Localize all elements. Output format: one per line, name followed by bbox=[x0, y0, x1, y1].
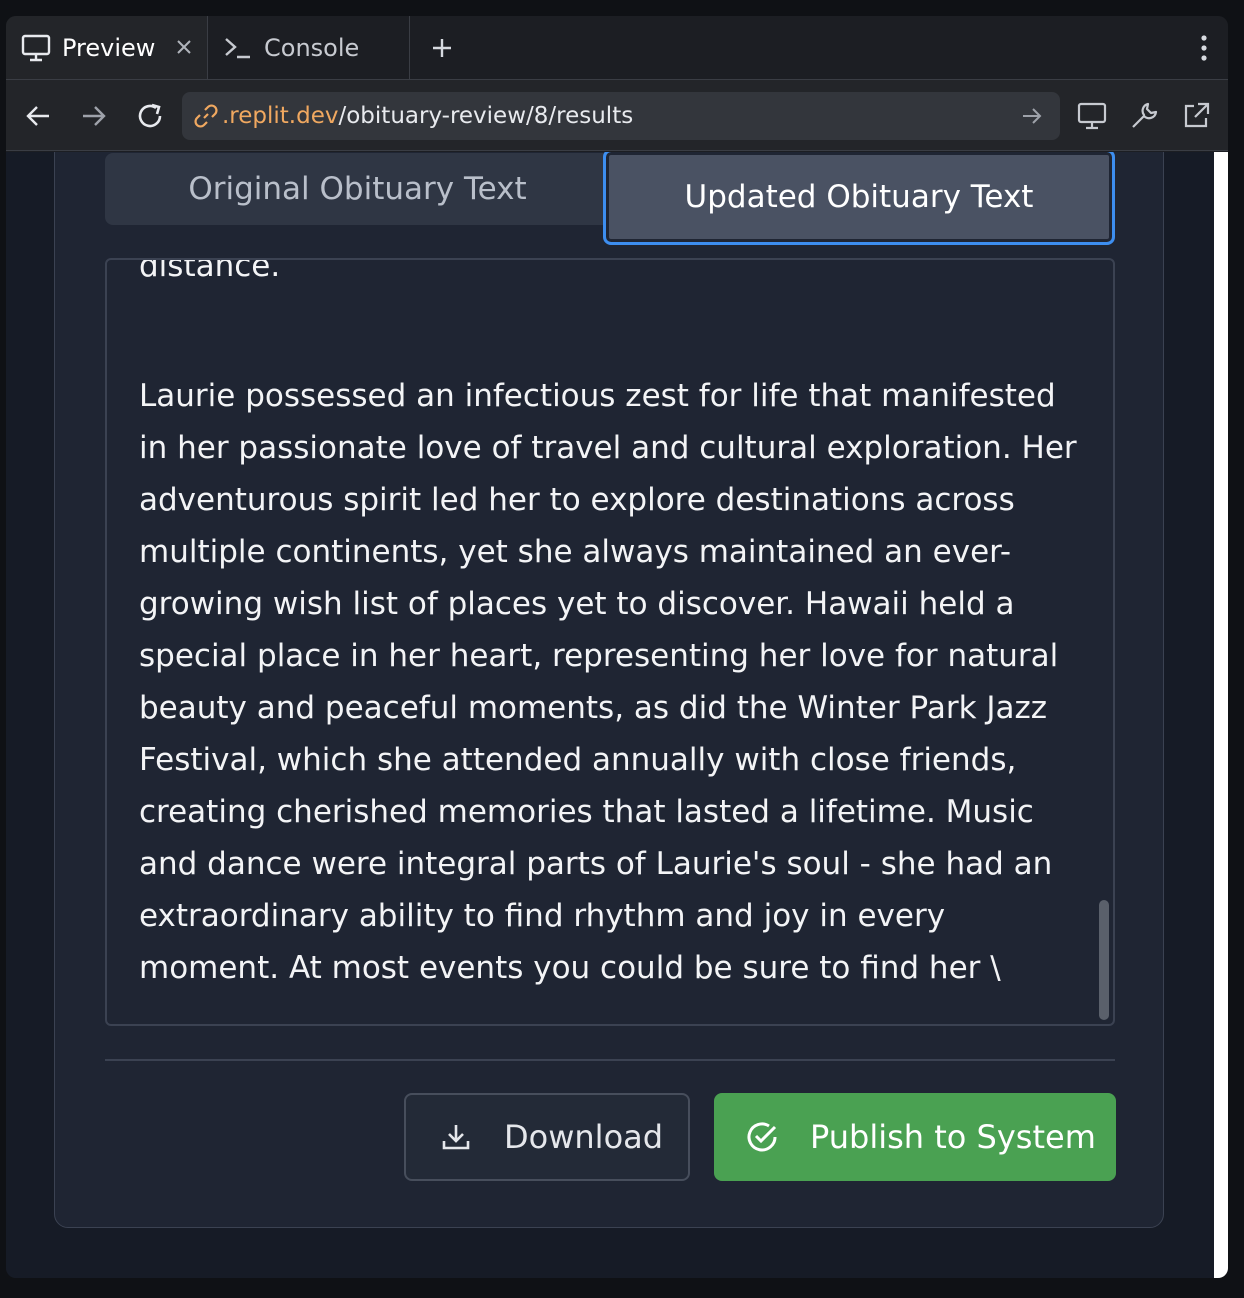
new-tab-button[interactable] bbox=[410, 16, 474, 79]
reload-icon bbox=[138, 103, 162, 128]
address-bar-row: .replit.dev/obituary-review/8/results bbox=[6, 79, 1228, 151]
obituary-paragraph: Laurie possessed an infectious zest for … bbox=[139, 378, 1087, 986]
tab-updated-text[interactable]: Updated Obituary Text bbox=[603, 152, 1115, 245]
url-path: /obituary-review/8/results bbox=[338, 103, 634, 129]
close-icon[interactable] bbox=[173, 36, 195, 58]
browser-window: Preview Console .replit.dev /obituary-re… bbox=[6, 16, 1228, 1278]
url-host: .replit.dev bbox=[222, 103, 339, 129]
tab-preview[interactable]: Preview bbox=[6, 16, 208, 79]
devices-button[interactable] bbox=[1074, 98, 1110, 134]
textarea-scrollbar[interactable] bbox=[1099, 900, 1109, 1020]
devtools-button[interactable] bbox=[1126, 98, 1162, 134]
forward-button[interactable] bbox=[76, 98, 112, 134]
tab-console-label: Console bbox=[264, 33, 360, 62]
back-button[interactable] bbox=[20, 98, 56, 134]
page-viewport: Original Obituary Text Updated Obituary … bbox=[6, 152, 1214, 1278]
terminal-icon bbox=[222, 32, 254, 64]
external-link-icon bbox=[1184, 102, 1210, 128]
kebab-icon bbox=[1201, 35, 1207, 61]
results-card: Original Obituary Text Updated Obituary … bbox=[54, 152, 1164, 1228]
download-button[interactable]: Download bbox=[404, 1093, 690, 1181]
tab-strip: Preview Console bbox=[6, 16, 1228, 79]
more-options-button[interactable] bbox=[1194, 34, 1214, 62]
monitor-icon bbox=[1077, 102, 1107, 130]
arrow-left-icon bbox=[26, 106, 49, 126]
go-arrow-icon[interactable] bbox=[1018, 102, 1046, 130]
download-icon bbox=[438, 1119, 474, 1155]
page-scrollbar-track[interactable] bbox=[1214, 152, 1228, 1278]
publish-label: Publish to System bbox=[810, 1118, 1096, 1156]
obituary-text-tabs: Original Obituary Text Updated Obituary … bbox=[105, 152, 1115, 245]
open-external-button[interactable] bbox=[1178, 98, 1214, 134]
download-label: Download bbox=[504, 1118, 664, 1156]
tab-console[interactable]: Console bbox=[208, 16, 410, 79]
reload-button[interactable] bbox=[132, 98, 168, 134]
url-field[interactable]: .replit.dev/obituary-review/8/results bbox=[182, 92, 1060, 140]
monitor-icon bbox=[20, 32, 52, 64]
tab-original-text[interactable]: Original Obituary Text bbox=[105, 153, 610, 225]
wrench-icon bbox=[1132, 102, 1158, 128]
previous-paragraph-tail: distance. bbox=[139, 258, 281, 284]
arrow-right-icon bbox=[83, 106, 106, 126]
plus-icon bbox=[433, 38, 451, 57]
link-icon bbox=[192, 102, 220, 130]
obituary-textarea[interactable]: distance. Laurie possessed an infectious… bbox=[105, 258, 1115, 1026]
check-circle-icon bbox=[744, 1119, 780, 1155]
tab-preview-label: Preview bbox=[62, 33, 156, 62]
publish-button[interactable]: Publish to System bbox=[714, 1093, 1116, 1181]
divider bbox=[105, 1059, 1115, 1061]
